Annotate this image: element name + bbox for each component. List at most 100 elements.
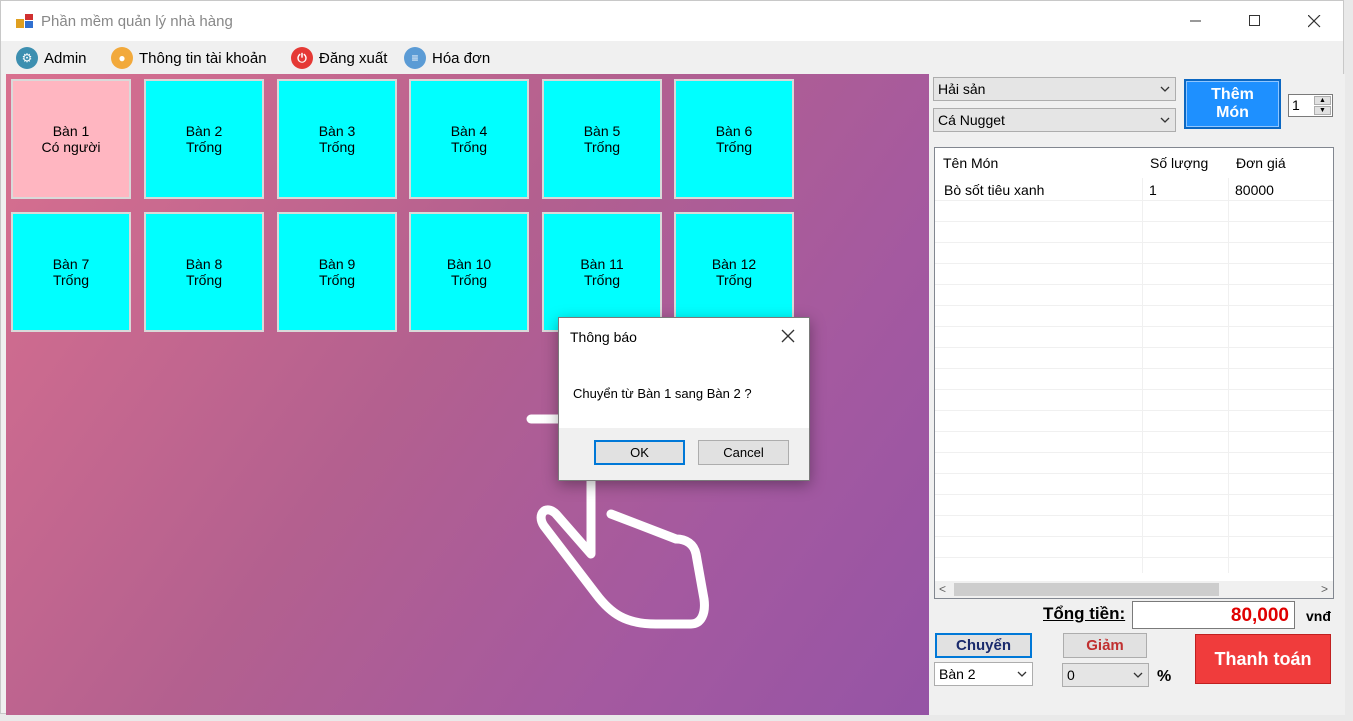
discount-button[interactable]: Giảm bbox=[1063, 633, 1147, 658]
admin-icon: ⚙ bbox=[16, 47, 38, 69]
table-status: Trống bbox=[583, 272, 621, 288]
row-quantity: 1 bbox=[1149, 182, 1157, 198]
ok-button[interactable]: OK bbox=[594, 440, 685, 465]
category-select[interactable]: Hải sản bbox=[933, 77, 1176, 101]
table-button[interactable]: Bàn 1 Có người bbox=[11, 79, 131, 199]
dialog-title: Thông báo bbox=[570, 329, 637, 345]
dialog-footer: OK Cancel bbox=[559, 428, 809, 480]
row-food-name: Bò sốt tiêu xanh bbox=[944, 182, 1045, 198]
title-bar: Phần mềm quản lý nhà hàng bbox=[1, 1, 1343, 41]
table-button[interactable]: Bàn 10 Trống bbox=[409, 212, 529, 332]
table-button[interactable]: Bàn 9 Trống bbox=[277, 212, 397, 332]
table-name: Bàn 3 bbox=[318, 123, 356, 139]
pay-button[interactable]: Thanh toán bbox=[1195, 634, 1331, 684]
column-header-name[interactable]: Tên Món bbox=[935, 148, 1142, 178]
scroll-left-icon[interactable]: < bbox=[939, 582, 946, 596]
order-panel: Hải sản Cá Nugget Thêm Món 1 ▲ ▼ Tên Món… bbox=[929, 74, 1345, 715]
table-status: Trống bbox=[450, 139, 488, 155]
table-status: Trống bbox=[715, 139, 753, 155]
percent-label: % bbox=[1157, 668, 1172, 685]
minimize-button[interactable] bbox=[1167, 1, 1225, 41]
close-button[interactable] bbox=[1285, 1, 1343, 41]
menu-admin[interactable]: ⚙ Admin bbox=[16, 47, 87, 69]
food-value: Cá Nugget bbox=[938, 112, 1005, 128]
horizontal-scrollbar[interactable]: < > bbox=[935, 581, 1333, 598]
switch-table-select[interactable]: Bàn 2 bbox=[934, 662, 1033, 686]
table-status: Trống bbox=[715, 272, 753, 288]
scroll-right-icon[interactable]: > bbox=[1321, 582, 1328, 596]
account-icon: ● bbox=[111, 47, 133, 69]
table-status: Có người bbox=[41, 139, 101, 155]
table-status: Trống bbox=[583, 139, 621, 155]
table-button[interactable]: Bàn 6 Trống bbox=[674, 79, 794, 199]
menu-admin-label: Admin bbox=[44, 49, 87, 67]
chevron-down-icon bbox=[1133, 672, 1143, 678]
stepper-up-icon[interactable]: ▲ bbox=[1314, 96, 1331, 105]
cancel-button[interactable]: Cancel bbox=[698, 440, 789, 465]
quantity-stepper[interactable]: 1 ▲ ▼ bbox=[1288, 94, 1333, 117]
table-button[interactable]: Bàn 3 Trống bbox=[277, 79, 397, 199]
row-price: 80000 bbox=[1235, 182, 1274, 198]
column-header-quantity[interactable]: Số lượng bbox=[1142, 148, 1228, 178]
dialog-message: Chuyển từ Bàn 1 sang Bàn 2 ? bbox=[573, 386, 752, 401]
table-button[interactable]: Bàn 2 Trống bbox=[144, 79, 264, 199]
menu-account-label: Thông tin tài khoản bbox=[139, 49, 267, 67]
menu-account-info[interactable]: ● Thông tin tài khoản bbox=[111, 47, 267, 69]
table-button[interactable]: Bàn 12 Trống bbox=[674, 212, 794, 332]
table-button[interactable]: Bàn 11 Trống bbox=[542, 212, 662, 332]
discount-select[interactable]: 0 bbox=[1062, 663, 1149, 687]
switch-table-value: Bàn 2 bbox=[939, 666, 976, 682]
table-status: Trống bbox=[318, 139, 356, 155]
table-name: Bàn 5 bbox=[583, 123, 621, 139]
table-status: Trống bbox=[185, 272, 223, 288]
power-icon: ⏻ bbox=[291, 47, 313, 69]
add-food-label-line2: Món bbox=[1216, 104, 1249, 121]
table-status: Trống bbox=[52, 272, 90, 288]
add-food-button[interactable]: Thêm Món bbox=[1184, 79, 1281, 129]
menu-logout-label: Đăng xuất bbox=[319, 49, 388, 67]
switch-table-button[interactable]: Chuyển bbox=[935, 633, 1032, 658]
close-icon bbox=[1307, 14, 1320, 27]
maximize-button[interactable] bbox=[1226, 1, 1284, 41]
table-name: Bàn 2 bbox=[185, 123, 223, 139]
maximize-icon bbox=[1249, 15, 1260, 26]
category-value: Hải sản bbox=[938, 81, 986, 97]
food-select[interactable]: Cá Nugget bbox=[933, 108, 1176, 132]
add-food-label-line1: Thêm bbox=[1211, 86, 1254, 103]
table-name: Bàn 9 bbox=[318, 256, 356, 272]
window-title: Phần mềm quản lý nhà hàng bbox=[41, 13, 233, 30]
stepper-buttons: ▲ ▼ bbox=[1314, 96, 1331, 115]
order-list[interactable]: Tên Món Số lượng Đơn giá Bò sốt tiêu xan… bbox=[934, 147, 1334, 599]
table-name: Bàn 6 bbox=[715, 123, 753, 139]
table-name: Bàn 7 bbox=[52, 256, 90, 272]
scroll-thumb[interactable] bbox=[954, 583, 1219, 596]
menu-logout[interactable]: ⏻ Đăng xuất bbox=[291, 47, 387, 69]
app-icon bbox=[16, 14, 33, 28]
table-button[interactable]: Bàn 5 Trống bbox=[542, 79, 662, 199]
currency-label: vnđ bbox=[1306, 608, 1331, 624]
table-status: Trống bbox=[185, 139, 223, 155]
total-label: Tổng tiền: bbox=[1043, 604, 1126, 623]
table-name: Bàn 1 bbox=[52, 123, 90, 139]
menu-invoice-label: Hóa đơn bbox=[432, 49, 491, 67]
order-list-header: Tên Món Số lượng Đơn giá bbox=[935, 148, 1333, 178]
table-name: Bàn 11 bbox=[580, 256, 624, 272]
stepper-down-icon[interactable]: ▼ bbox=[1314, 106, 1331, 115]
chevron-down-icon bbox=[1160, 86, 1170, 92]
chevron-down-icon bbox=[1017, 671, 1027, 677]
menu-invoice[interactable]: ≡ Hóa đơn bbox=[404, 47, 490, 69]
table-button[interactable]: Bàn 8 Trống bbox=[144, 212, 264, 332]
table-button[interactable]: Bàn 4 Trống bbox=[409, 79, 529, 199]
table-button[interactable]: Bàn 7 Trống bbox=[11, 212, 131, 332]
table-name: Bàn 8 bbox=[185, 256, 223, 272]
chevron-down-icon bbox=[1160, 117, 1170, 123]
quantity-value: 1 bbox=[1292, 97, 1300, 113]
invoice-icon: ≡ bbox=[404, 47, 426, 69]
minimize-icon bbox=[1190, 20, 1201, 22]
menu-bar: ⚙ Admin ● Thông tin tài khoản ⏻ Đăng xuấ… bbox=[1, 41, 1343, 74]
total-amount-field[interactable]: 80,000 bbox=[1132, 601, 1295, 629]
table-status: Trống bbox=[450, 272, 488, 288]
close-icon[interactable] bbox=[779, 327, 797, 345]
column-header-price[interactable]: Đơn giá bbox=[1228, 148, 1333, 178]
table-name: Bàn 4 bbox=[450, 123, 488, 139]
